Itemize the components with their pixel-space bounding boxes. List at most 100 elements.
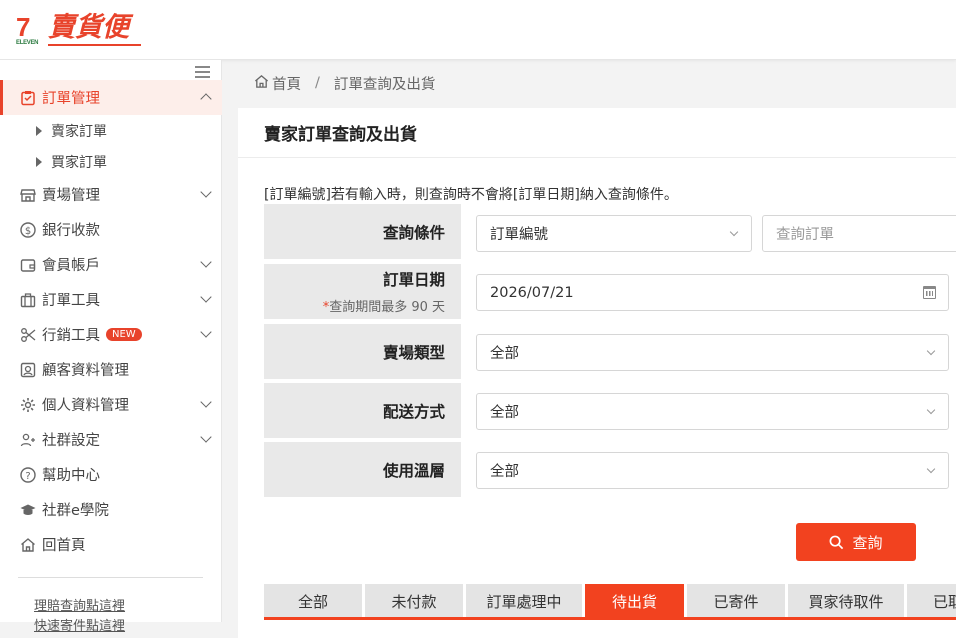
order-date-input[interactable]: 2026/07/21 [476, 274, 949, 311]
breadcrumb: 首頁 / 訂單查詢及出貨 [254, 72, 435, 94]
sidebar-item-bank[interactable]: $ 銀行收款 [0, 212, 222, 247]
caret-right-icon [36, 157, 42, 167]
tab-label: 全部 [297, 592, 328, 611]
sidebar-subitem-label: 賣家訂單 [51, 124, 107, 140]
chevron-up-icon [200, 93, 212, 105]
graduation-cap-icon [20, 502, 36, 518]
sidebar-item-order-management[interactable]: 訂單管理 [0, 80, 222, 115]
quick-send-link[interactable]: 快速寄件點這裡 [34, 615, 125, 634]
tab-processing[interactable]: 訂單處理中 [466, 584, 582, 618]
query-condition-label: 查詢條件 [264, 204, 461, 259]
store-icon [20, 187, 36, 203]
sidebar-subitem-seller-orders[interactable]: 賣家訂單 [36, 116, 107, 146]
tab-picked-up[interactable]: 已取件 [907, 584, 956, 618]
label-text: 訂單日期 [382, 271, 445, 289]
sidebar-item-label: 幫助中心 [42, 468, 100, 484]
logo-sub: ELEVEN [16, 40, 39, 46]
store-type-select[interactable]: 全部 [476, 334, 949, 371]
sidebar-subitem-buyer-orders[interactable]: 買家訂單 [36, 147, 107, 177]
query-notice: [訂單編號]若有輸入時，則查詢時不會將[訂單日期]納入查詢條件。 [264, 187, 678, 203]
delivery-method-select[interactable]: 全部 [476, 393, 949, 430]
tab-to-ship[interactable]: 待出貨 [585, 584, 684, 618]
claim-query-link[interactable]: 理賠查詢點這裡 [34, 595, 125, 614]
seven-eleven-logo: 7 ELEVEN [16, 14, 42, 46]
sidebar: 訂單管理 賣家訂單 買家訂單 賣場管理 $ 銀行收款 會員帳戶 訂單工具 行銷工… [0, 60, 222, 634]
main-card: 賣家訂單查詢及出貨 [訂單編號]若有輸入時，則查詢時不會將[訂單日期]納入查詢條… [238, 108, 956, 638]
tab-label: 已取件 [933, 592, 956, 611]
date-value: 2026/07/21 [490, 284, 574, 301]
query-condition-select[interactable]: 訂單編號 [476, 215, 752, 252]
store-type-label: 賣場類型 [264, 324, 461, 379]
chevron-down-icon [200, 256, 212, 268]
svg-text:?: ? [25, 471, 30, 482]
chevron-down-icon [200, 186, 212, 198]
select-value: 全部 [490, 346, 519, 362]
chevron-down-icon [926, 346, 936, 356]
new-badge: NEW [106, 328, 142, 341]
sidebar-item-store-management[interactable]: 賣場管理 [0, 177, 222, 212]
hamburger-menu-icon[interactable] [195, 66, 210, 78]
tab-label: 訂單處理中 [486, 592, 562, 611]
order-check-icon [20, 90, 36, 106]
select-value: 訂單編號 [490, 227, 548, 243]
order-date-label: 訂單日期 *查詢期間最多 90 天 [264, 264, 461, 319]
breadcrumb-current: 訂單查詢及出貨 [333, 76, 436, 93]
sidebar-item-academy[interactable]: 社群e學院 [0, 492, 222, 527]
home-icon[interactable] [254, 74, 269, 93]
tab-shipped[interactable]: 已寄件 [687, 584, 785, 618]
tab-underline [264, 617, 956, 620]
search-button[interactable]: 查詢 [796, 523, 916, 561]
order-date-hint: *查詢期間最多 90 天 [323, 296, 445, 315]
label-text: 查詢條件 [382, 223, 445, 242]
logo-mark: 7 [16, 12, 31, 42]
sidebar-item-order-tools[interactable]: 訂單工具 [0, 282, 222, 317]
tab-label: 買家待取件 [808, 592, 884, 611]
tab-label: 已寄件 [713, 592, 759, 611]
sidebar-item-marketing-tools[interactable]: 行銷工具 NEW [0, 317, 222, 352]
title-divider [238, 157, 956, 158]
tab-label: 未付款 [391, 592, 437, 611]
users-icon [20, 432, 36, 448]
sidebar-item-label: 社群e學院 [42, 503, 109, 519]
label-text: 使用溫層 [382, 461, 445, 480]
temperature-select[interactable]: 全部 [476, 452, 949, 489]
tab-awaiting-pickup[interactable]: 買家待取件 [788, 584, 904, 618]
sidebar-item-home[interactable]: 回首頁 [0, 527, 222, 562]
caret-right-icon [36, 126, 42, 136]
label-text: 配送方式 [382, 402, 445, 421]
sidebar-item-help-center[interactable]: ? 幫助中心 [0, 457, 222, 492]
brand-logo[interactable]: 7 ELEVEN 賣貨便 [16, 12, 141, 46]
select-value: 全部 [490, 405, 519, 421]
top-bar: 7 ELEVEN 賣貨便 [0, 0, 956, 60]
chevron-down-icon [926, 405, 936, 415]
search-icon [830, 535, 844, 549]
input-placeholder: 查詢訂單 [776, 227, 834, 243]
sidebar-item-label: 顧客資料管理 [42, 363, 129, 379]
gear-icon [20, 397, 36, 413]
scissors-icon [20, 327, 36, 343]
order-number-input[interactable]: 查詢訂單 [762, 215, 956, 252]
chevron-down-icon [200, 431, 212, 443]
svg-text:$: $ [25, 226, 31, 237]
breadcrumb-home[interactable]: 首頁 [272, 73, 301, 94]
sidebar-item-label: 銀行收款 [42, 223, 100, 239]
calendar-icon[interactable] [923, 286, 936, 299]
briefcase-icon [20, 292, 36, 308]
chevron-down-icon [729, 227, 739, 237]
tab-all[interactable]: 全部 [264, 584, 362, 618]
sidebar-item-member-account[interactable]: 會員帳戶 [0, 247, 222, 282]
chevron-down-icon [200, 326, 212, 338]
tab-label: 待出貨 [611, 592, 657, 611]
sidebar-item-community-settings[interactable]: 社群設定 [0, 422, 222, 457]
sidebar-item-label: 訂單工具 [42, 293, 100, 309]
home-icon [20, 537, 36, 553]
sidebar-item-label: 行銷工具 [42, 328, 100, 344]
sidebar-item-personal-data[interactable]: 個人資料管理 [0, 387, 222, 422]
page-title: 賣家訂單查詢及出貨 [264, 125, 417, 145]
sidebar-item-label: 社群設定 [42, 433, 100, 449]
temperature-label: 使用溫層 [264, 442, 461, 497]
tab-unpaid[interactable]: 未付款 [365, 584, 463, 618]
sidebar-item-customer-data[interactable]: 顧客資料管理 [0, 352, 222, 387]
select-value: 全部 [490, 464, 519, 480]
sidebar-item-label: 賣場管理 [42, 188, 100, 204]
